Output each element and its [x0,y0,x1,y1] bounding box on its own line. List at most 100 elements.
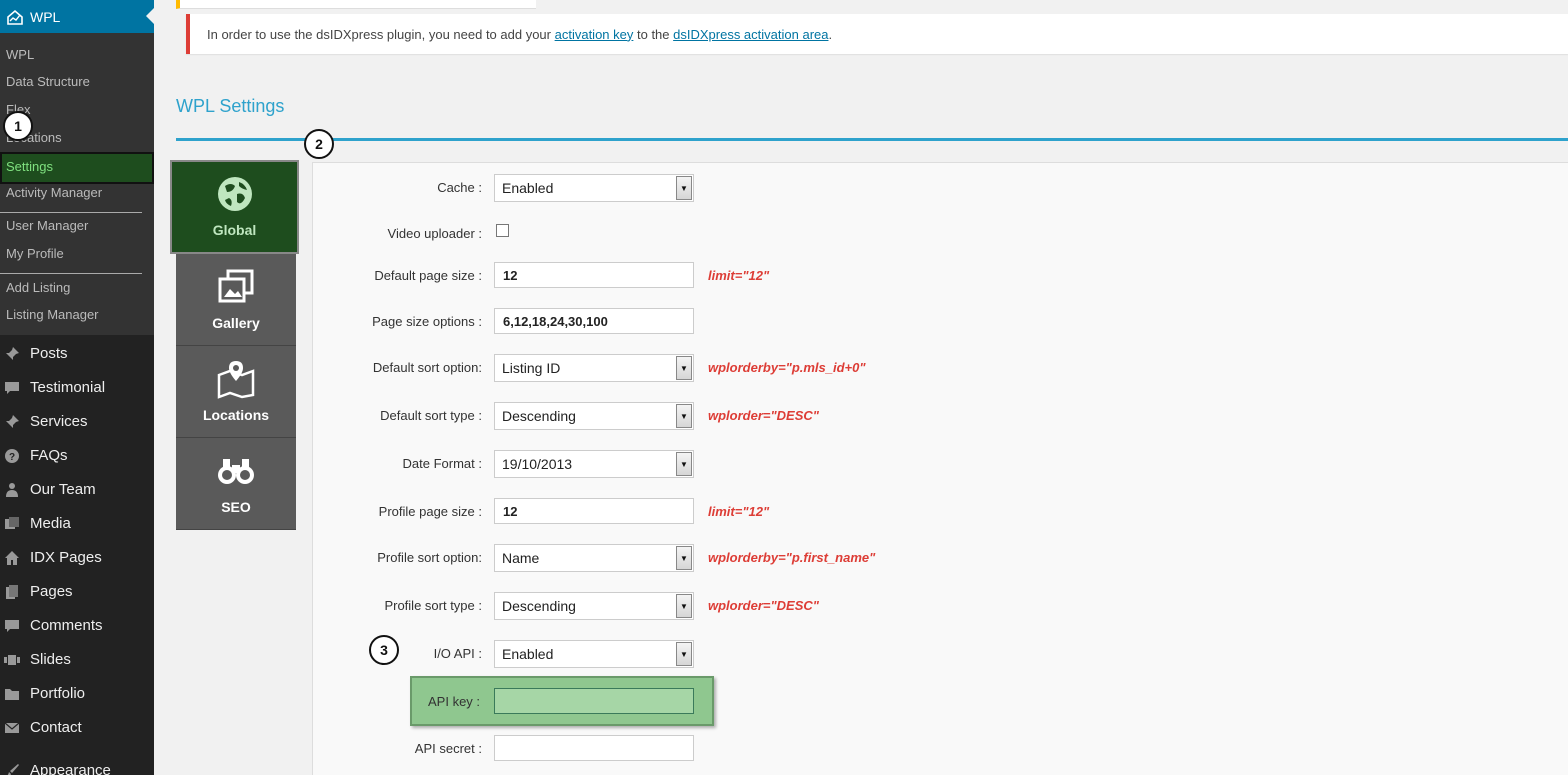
default-sort-option-row: Default sort option: Listing ID ▼ wplorde… [312,354,1112,384]
sidebar-item-services[interactable]: Services [4,413,88,430]
sidebar-item-our-team[interactable]: Our Team [4,481,96,498]
date-format-row: Date Format : 19/10/2013 ▼ [312,450,1112,480]
folder-icon [4,686,20,702]
profile-sort-type-select[interactable]: Descending ▼ [494,592,694,620]
gallery-icon [218,269,254,303]
notice-text: In order to use the dsIDXpress plugin, y… [207,26,555,42]
sidebar-item-label: Our Team [30,481,96,498]
chevron-down-icon: ▼ [676,546,692,570]
sidebar-item-label: Appearance [30,762,111,775]
wpl-house-icon [7,9,23,25]
api-secret-input[interactable] [494,735,694,761]
title-divider [176,138,1568,141]
submenu-add-listing[interactable]: Add Listing [6,280,70,295]
pin-icon [4,346,20,362]
default-sort-type-row: Default sort type : Descending ▼ wplorder… [312,402,1112,432]
chevron-down-icon: ▼ [676,594,692,618]
cache-label: Cache : [437,180,482,195]
sidebar-item-idx-pages[interactable]: IDX Pages [4,549,102,566]
home-icon [4,550,20,566]
video-uploader-checkbox[interactable] [496,224,509,237]
cache-row: Cache : Enabled ▼ [312,174,1112,204]
io-api-value: Enabled [502,646,554,662]
default-page-size-input[interactable]: 12 [494,262,694,288]
profile-sort-type-note: wplorder="DESC" [708,598,819,613]
sidebar-item-slides[interactable]: Slides [4,651,71,668]
activation-key-link[interactable]: activation key [555,27,634,42]
api-key-input[interactable] [494,688,694,714]
mail-icon [4,720,20,736]
sidebar-item-contact[interactable]: Contact [4,719,82,736]
notice-tab [176,0,536,9]
chevron-down-icon: ▼ [676,404,692,428]
tab-global-label: Global [212,222,257,238]
submenu-listing-manager[interactable]: Listing Manager [6,307,99,322]
default-sort-type-value: Descending [502,408,576,424]
map-pin-icon [217,361,255,399]
api-secret-label: API secret : [414,741,482,756]
media-icon [4,516,20,532]
activation-area-link[interactable]: dsIDXpress activation area [673,27,828,42]
date-format-value: 19/10/2013 [502,456,573,472]
chevron-down-icon: ▼ [676,356,692,380]
profile-sort-type-row: Profile sort type : Descending ▼ wplorder… [312,592,1112,622]
sidebar-item-label: Testimonial [30,379,106,396]
api-key-label: API key : [428,694,481,709]
tab-seo[interactable]: SEO [176,438,296,530]
tab-gallery[interactable]: Gallery [176,254,296,346]
sidebar-item-wpl[interactable]: WPL [0,0,154,33]
video-uploader-label: Video uploader : [387,226,482,241]
tab-locations[interactable]: Locations [176,346,296,438]
submenu-activity-manager[interactable]: Activity Manager [6,185,102,200]
page-size-options-label: Page size options : [372,314,482,329]
callout-3: 3 [369,635,399,665]
default-sort-option-label: Default sort option: [372,360,482,375]
tab-global[interactable]: Global [170,160,299,254]
profile-sort-type-label: Profile sort type : [384,598,482,613]
sidebar-item-posts[interactable]: Posts [4,345,68,362]
submenu-my-profile[interactable]: My Profile [6,246,64,261]
question-icon: ? [4,448,20,464]
page-size-options-input[interactable]: 6,12,18,24,30,100 [494,308,694,334]
sidebar-item-pages[interactable]: Pages [4,583,73,600]
default-sort-type-select[interactable]: Descending ▼ [494,402,694,430]
submenu-divider [0,212,142,213]
default-sort-option-select[interactable]: Listing ID ▼ [494,354,694,382]
default-page-size-label: Default page size : [374,268,482,283]
profile-sort-option-note: wplorderby="p.first_name" [708,550,876,565]
submenu-wpl[interactable]: WPL [6,47,34,62]
profile-page-size-row: Profile page size : 12 limit="12" [312,498,1112,528]
cache-select[interactable]: Enabled ▼ [494,174,694,202]
video-uploader-row: Video uploader : [312,220,1112,250]
date-format-label: Date Format : [402,456,482,471]
submenu-data-structure[interactable]: Data Structure [6,74,90,89]
chevron-down-icon: ▼ [676,452,692,476]
profile-page-size-input[interactable]: 12 [494,498,694,524]
profile-sort-type-value: Descending [502,598,576,614]
default-sort-type-note: wplorder="DESC" [708,408,819,423]
submenu-settings[interactable]: Settings [0,152,154,184]
io-api-label: I/O API : [433,646,482,661]
profile-sort-option-select[interactable]: Name ▼ [494,544,694,572]
sidebar-item-comments[interactable]: Comments [4,617,103,634]
sidebar-item-label: Comments [30,617,103,634]
io-api-select[interactable]: Enabled ▼ [494,640,694,668]
wpl-submenu: WPL Data Structure Flex Locations Settin… [0,33,154,335]
sidebar-item-appearance[interactable]: Appearance [4,762,111,775]
notice-text: to the [633,26,674,42]
submenu-user-manager[interactable]: User Manager [6,218,88,233]
default-sort-option-value: Listing ID [502,360,561,376]
activation-notice: In order to use the dsIDXpress plugin, y… [186,14,1568,54]
pages-icon [4,584,20,600]
sidebar-item-faqs[interactable]: ? FAQs [4,447,68,464]
page-title: WPL Settings [176,96,285,116]
callout-2: 2 [304,129,334,159]
date-format-select[interactable]: 19/10/2013 ▼ [494,450,694,478]
notice-text: . [828,26,833,42]
sidebar-item-testimonial[interactable]: Testimonial [4,379,105,396]
sidebar-item-portfolio[interactable]: Portfolio [4,685,85,702]
sidebar-item-media[interactable]: Media [4,515,71,532]
user-icon [4,482,20,498]
sidebar-item-label: FAQs [30,447,68,464]
sidebar-item-label: Media [30,515,71,532]
